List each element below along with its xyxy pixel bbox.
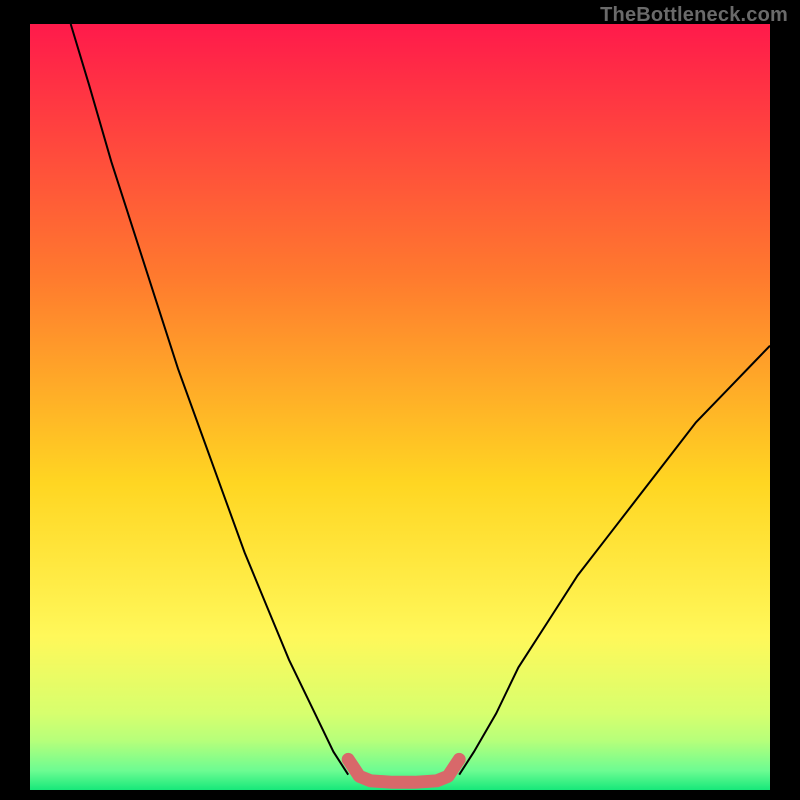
plot-background: [30, 24, 770, 790]
watermark-text: TheBottleneck.com: [600, 4, 788, 27]
chart-svg: [0, 0, 800, 800]
chart-stage: TheBottleneck.com: [0, 0, 800, 800]
